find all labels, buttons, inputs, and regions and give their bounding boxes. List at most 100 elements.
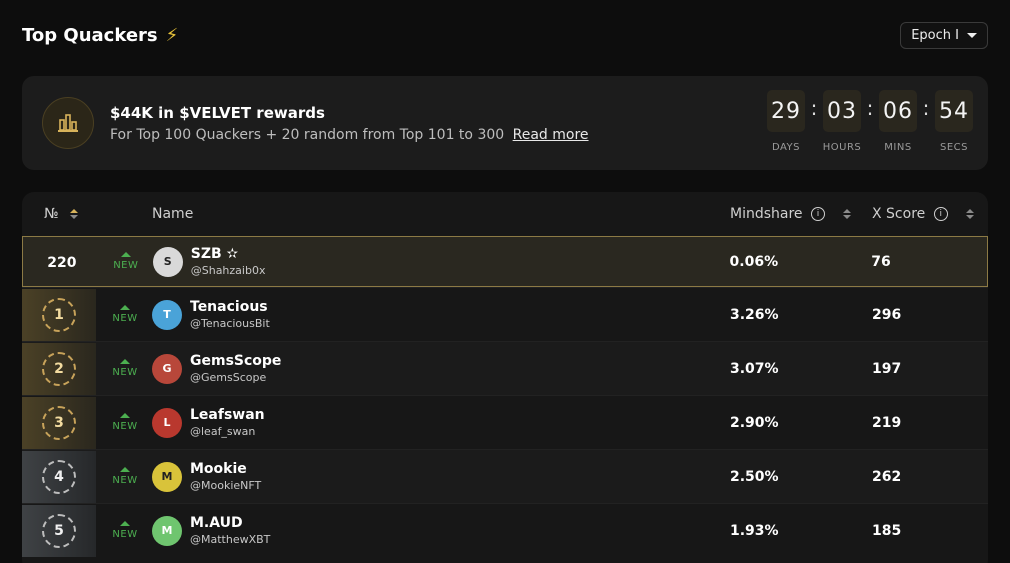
new-label: NEW <box>112 529 138 540</box>
gold-medal-icon: 1 <box>22 288 96 341</box>
user-handle: @GemsScope <box>190 371 267 384</box>
rank-number: 5 <box>42 513 76 548</box>
mindshare-value: 2.50% <box>730 468 779 485</box>
new-badge: NEW <box>100 305 150 324</box>
xscore-value: 262 <box>872 468 902 485</box>
up-arrow-icon <box>120 413 130 418</box>
sort-icon[interactable] <box>70 209 78 219</box>
rewards-subtitle: For Top 100 Quackers + 20 random from To… <box>110 127 589 143</box>
xscore-value: 219 <box>872 414 902 431</box>
name-column-header: Name <box>152 206 194 222</box>
user-cell: T Tenacious @TenaciousBit <box>150 299 728 330</box>
page-title-text: Top Quackers <box>22 24 158 46</box>
countdown-secs: 54 SECS <box>934 90 974 153</box>
rank-number: 3 <box>42 405 76 440</box>
rewards-headline: $44K in $VELVET rewards <box>110 103 325 122</box>
table-row[interactable]: 1 NEW T Tenacious @TenaciousBit 3.26% 296 <box>22 287 988 341</box>
mindshare-column-header[interactable]: Mindshare i <box>728 206 864 222</box>
leaderboard-table: № Name Mindshare i X Score i 220 NEW S S… <box>22 192 988 563</box>
user-name: M.AUD <box>190 515 243 531</box>
user-handle: @Shahzaib0x <box>190 264 266 277</box>
rank-number: 4 <box>42 459 76 494</box>
new-label: NEW <box>112 421 138 432</box>
chevron-down-icon <box>967 32 977 38</box>
avatar[interactable]: M <box>152 515 182 546</box>
epoch-label: Epoch I <box>911 27 959 43</box>
user-name: Tenacious <box>190 299 268 315</box>
table-row[interactable]: 2 NEW G GemsScope @GemsScope 3.07% 197 <box>22 341 988 395</box>
info-icon[interactable]: i <box>933 207 948 221</box>
user-handle: @leaf_swan <box>190 425 256 438</box>
rewards-banner: $44K in $VELVET rewards For Top 100 Quac… <box>22 76 988 170</box>
countdown-hours: 03 HOURS <box>822 90 862 153</box>
xscore-value: 76 <box>871 253 891 270</box>
countdown-hours-value: 03 <box>823 90 861 132</box>
user-handle: @MatthewXBT <box>190 533 271 546</box>
new-badge: NEW <box>100 467 150 486</box>
up-arrow-icon <box>120 521 130 526</box>
user-handle: @MookieNFT <box>190 479 262 492</box>
silver-medal-icon: 4 <box>22 450 96 503</box>
user-name: GemsScope <box>190 353 282 369</box>
table-row[interactable]: 4 NEW M Mookie @MookieNFT 2.50% 262 <box>22 449 988 503</box>
user-name: Mookie <box>190 461 247 477</box>
page-title: Top Quackers ⚡ <box>22 25 178 46</box>
sort-icon[interactable] <box>843 209 852 219</box>
gold-medal-icon: 3 <box>22 396 96 449</box>
avatar[interactable]: G <box>152 353 182 384</box>
table-header: № Name Mindshare i X Score i <box>22 192 988 236</box>
info-icon[interactable]: i <box>811 207 825 221</box>
countdown-separator: : <box>866 96 874 120</box>
xscore-column-header[interactable]: X Score i <box>864 206 988 222</box>
mindshare-value: 2.90% <box>730 414 779 431</box>
countdown-mins: 06 MINS <box>878 90 918 153</box>
avatar[interactable]: T <box>152 299 182 330</box>
new-label: NEW <box>112 313 138 324</box>
countdown-separator: : <box>810 96 818 120</box>
new-label: NEW <box>112 367 138 378</box>
xscore-header-label: X Score <box>872 206 926 222</box>
read-more-link[interactable]: Read more <box>513 127 589 143</box>
new-label: NEW <box>112 475 138 486</box>
rewards-subtitle-text: For Top 100 Quackers + 20 random from To… <box>110 126 505 143</box>
rank-number: 2 <box>42 351 76 386</box>
table-row[interactable]: 5 NEW M M.AUD @MatthewXBT 1.93% 185 <box>22 503 988 557</box>
xscore-value: 197 <box>872 360 902 377</box>
epoch-dropdown[interactable]: Epoch I <box>900 21 988 49</box>
rank-number: 1 <box>42 297 76 332</box>
mindshare-value: 3.26% <box>730 306 779 323</box>
mindshare-value: 0.06% <box>729 253 779 270</box>
countdown-mins-label: MINS <box>884 142 912 153</box>
new-label: NEW <box>113 260 139 271</box>
avatar[interactable]: M <box>152 461 182 492</box>
countdown-secs-value: 54 <box>935 90 973 132</box>
rank-column-header[interactable]: № <box>22 206 100 222</box>
user-name: Leafswan <box>190 407 265 423</box>
table-row[interactable]: 3 NEW L Leafswan @leaf_swan 2.90% 219 <box>22 395 988 449</box>
table-row-current-user[interactable]: 220 NEW S SZB ✫ @Shahzaib0x 0.06% 76 <box>22 236 988 287</box>
countdown-secs-label: SECS <box>940 142 968 153</box>
user-name: SZB ✫ <box>190 246 239 262</box>
user-cell: M M.AUD @MatthewXBT <box>150 515 728 546</box>
mindshare-value: 1.93% <box>730 522 779 539</box>
user-handle: @TenaciousBit <box>190 317 270 330</box>
new-badge: NEW <box>101 252 151 271</box>
user-cell: G GemsScope @GemsScope <box>150 353 728 384</box>
countdown-timer: 29 DAYS : 03 HOURS : 06 MINS : 54 SECS <box>766 90 974 153</box>
user-cell: M Mookie @MookieNFT <box>150 461 728 492</box>
countdown-mins-value: 06 <box>879 90 917 132</box>
rank-header-label: № <box>43 206 59 222</box>
xscore-value: 296 <box>872 306 902 323</box>
countdown-days: 29 DAYS <box>766 90 806 153</box>
countdown-separator: : <box>922 96 930 120</box>
avatar[interactable]: L <box>152 407 182 438</box>
avatar[interactable]: S <box>152 246 183 277</box>
silver-medal-icon: 5 <box>22 504 96 557</box>
sort-icon[interactable] <box>966 209 975 219</box>
user-cell: L Leafswan @leaf_swan <box>150 407 728 438</box>
new-badge: NEW <box>100 413 150 432</box>
user-cell: S SZB ✫ @Shahzaib0x <box>151 246 728 277</box>
up-arrow-icon <box>120 252 131 257</box>
up-arrow-icon <box>120 305 130 310</box>
rewards-badge-icon <box>42 97 94 149</box>
